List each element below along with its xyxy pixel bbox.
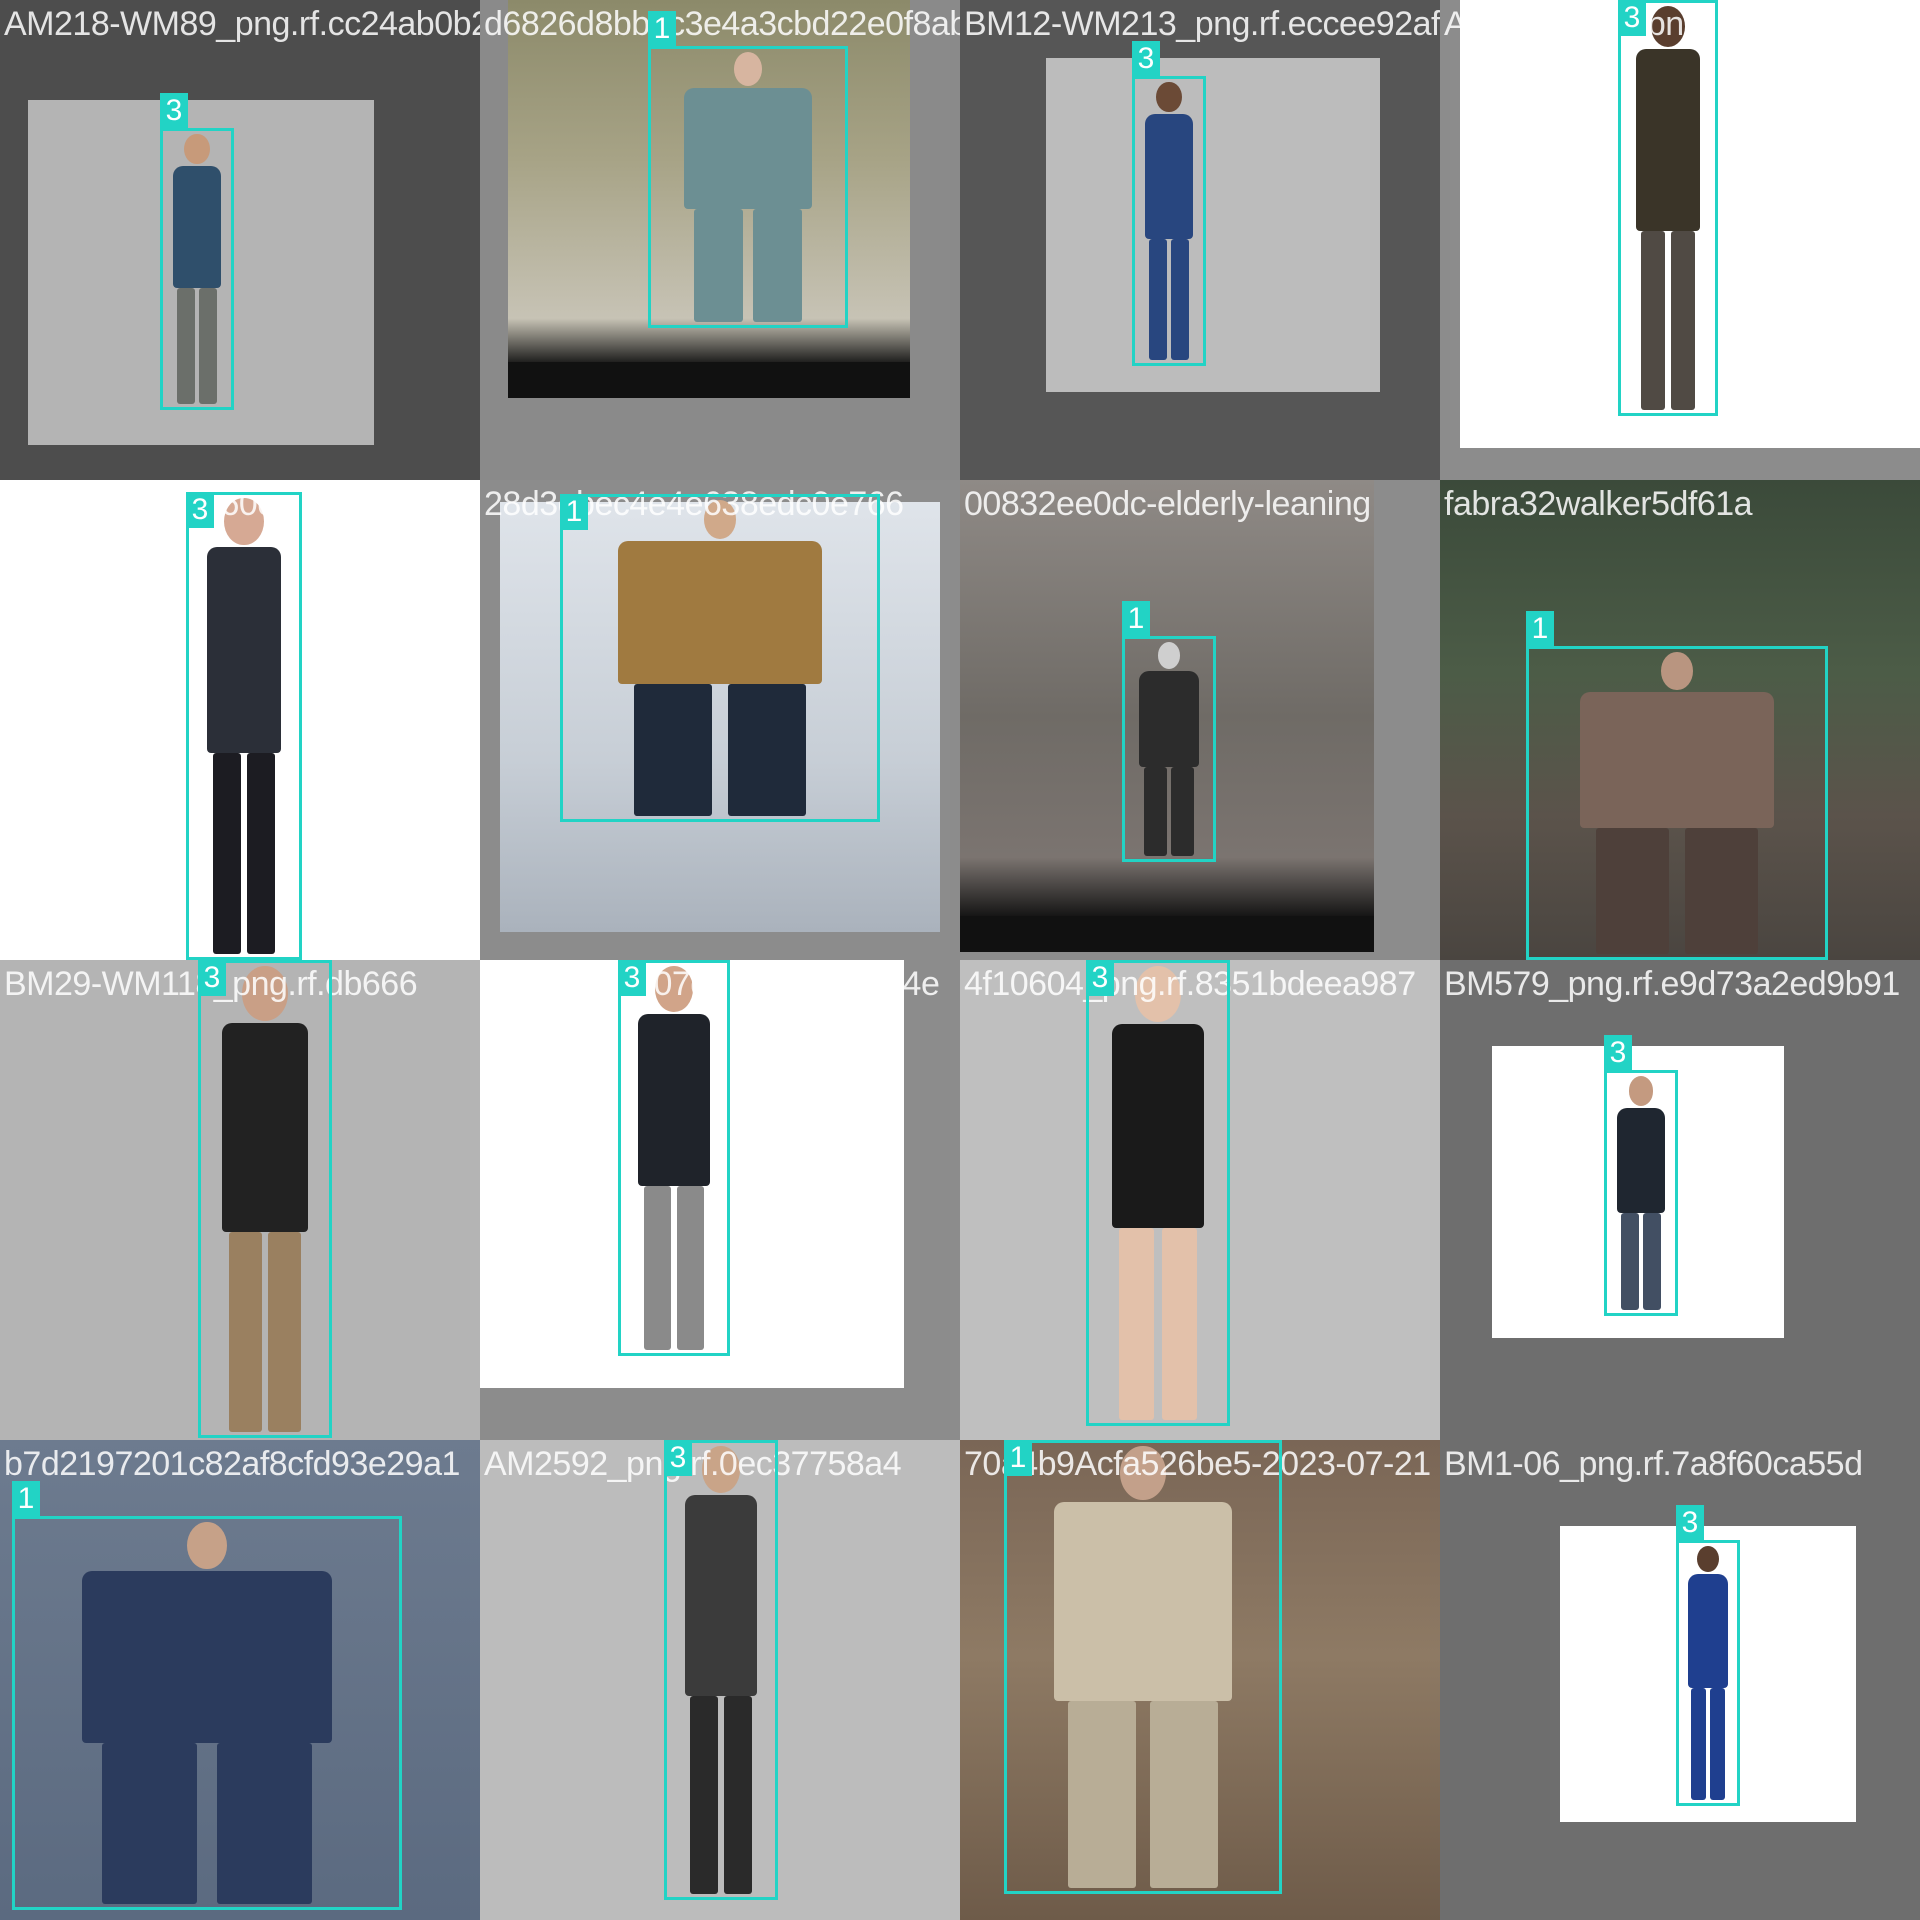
detection-box: 1 — [1526, 611, 1828, 960]
mosaic-grid: 3 AM218-WM89_png.rf.cc24ab0b2b9c1e79ac165… — [0, 0, 1920, 1920]
mosaic-tile: 1 fabra32walker5df61a — [1440, 480, 1920, 960]
mosaic-tile: 3BM12-WM213_png.rf.eccee92af1249a1b — [960, 0, 1440, 480]
detection-box: 3 — [1618, 0, 1718, 416]
detection-box: 3 — [1604, 1035, 1678, 1316]
mosaic-tile: 1 00832ee0dc-elderly-leaning — [960, 480, 1440, 960]
class-label-tag: 3 — [1604, 1035, 1632, 1071]
training-image — [1046, 58, 1380, 392]
detection-box: 3 — [160, 93, 234, 410]
class-label-tag: 3 — [1618, 0, 1646, 36]
class-label-tag: 1 — [648, 11, 676, 47]
detection-box: 1 — [1122, 601, 1216, 862]
image-filename: b7d2197201c82af8cfd93e29a1 — [4, 1445, 460, 1483]
image-filename: BM1-06_png.rf.7a8f60ca55d — [1444, 1445, 1863, 1483]
mosaic-tile: 3 BM579_png.rf.e9d73a2ed9b91 — [1440, 960, 1920, 1440]
image-filename: AM218-WM89_png.rf.cc24ab0b2b9c1e79ac1658… — [4, 5, 480, 43]
mosaic-tile: 3 BM1-06_png.rf.7a8f60ca55d — [1440, 1440, 1920, 1920]
class-label-tag: 1 — [560, 494, 588, 530]
class-label-tag: 3 — [1676, 1505, 1704, 1541]
detection-box: 3 — [198, 960, 332, 1438]
photo-credit-bar — [960, 916, 1374, 952]
mosaic-tile: 1 b7d2197201c82af8cfd93e29a1 — [0, 1440, 480, 1920]
mosaic-tile: 1 70a4b9Acfa526be5-2023-07-21 — [960, 1440, 1440, 1920]
detection-box: 1 — [560, 494, 880, 822]
class-label-tag: 3 — [160, 93, 188, 129]
detection-box: 3 — [186, 492, 302, 960]
detection-box: 3 — [664, 1440, 778, 1900]
image-filename: BM579_png.rf.e9d73a2ed9b91 — [1444, 965, 1900, 1003]
detection-box: 1 — [1004, 1440, 1282, 1894]
detection-box: 3 — [1086, 960, 1230, 1426]
class-label-tag: 3 — [198, 960, 226, 996]
detection-box: 3 — [618, 960, 730, 1356]
mosaic-tile: 3 4f10604_png.rf.8351bdeea987 — [960, 960, 1440, 1440]
mosaic-tile: 1 28d3ebec4e4e638edc0e766 — [480, 480, 960, 960]
mosaic-tile: 3AM254-BM2_png.rf.86707f — [1440, 0, 1920, 480]
detection-box: 3 — [1676, 1505, 1740, 1806]
mosaic-tile: 1d6826d8bb2c3e4a3cbd22e0f8ab3cd97 — [480, 0, 960, 480]
class-label-tag: 3 — [1132, 41, 1160, 77]
detection-box: 3 — [1132, 41, 1206, 366]
class-label-tag: 1 — [12, 1481, 40, 1517]
class-label-tag: 3 — [1086, 960, 1114, 996]
photo-credit-bar — [508, 362, 910, 398]
mosaic-tile: 3BM29-WM118_png.rf.db666 — [0, 960, 480, 1440]
image-filename: 00832ee0dc-elderly-leaning — [964, 485, 1371, 523]
image-filename: BM12-WM213_png.rf.eccee92af1249a1b — [964, 5, 1440, 43]
class-label-tag: 3 — [618, 960, 646, 996]
detection-box: 1 — [648, 11, 848, 328]
class-label-tag: 1 — [1122, 601, 1150, 637]
class-label-tag: 3 — [664, 1440, 692, 1476]
image-filename: fabra32walker5df61a — [1444, 485, 1753, 523]
detection-box: 1 — [12, 1481, 402, 1910]
mosaic-tile: 3 AM218-WM89_png.rf.cc24ab0b2b9c1e79ac165… — [0, 0, 480, 480]
class-label-tag: 3 — [186, 492, 214, 528]
mosaic-tile: 3 AM2592_png.rf.0ec37758a4 — [480, 1440, 960, 1920]
mosaic-tile: 3WM59_png.rf.f60ce1790875 — [0, 480, 480, 960]
class-label-tag: 1 — [1526, 611, 1554, 647]
class-label-tag: 1 — [1004, 1440, 1032, 1476]
image-filename: d6826d8bb2c3e4a3cbd22e0f8ab3cd97 — [484, 5, 960, 43]
mosaic-tile: 3 3975768B907df_png.rf.ed2e4e — [480, 960, 960, 1440]
